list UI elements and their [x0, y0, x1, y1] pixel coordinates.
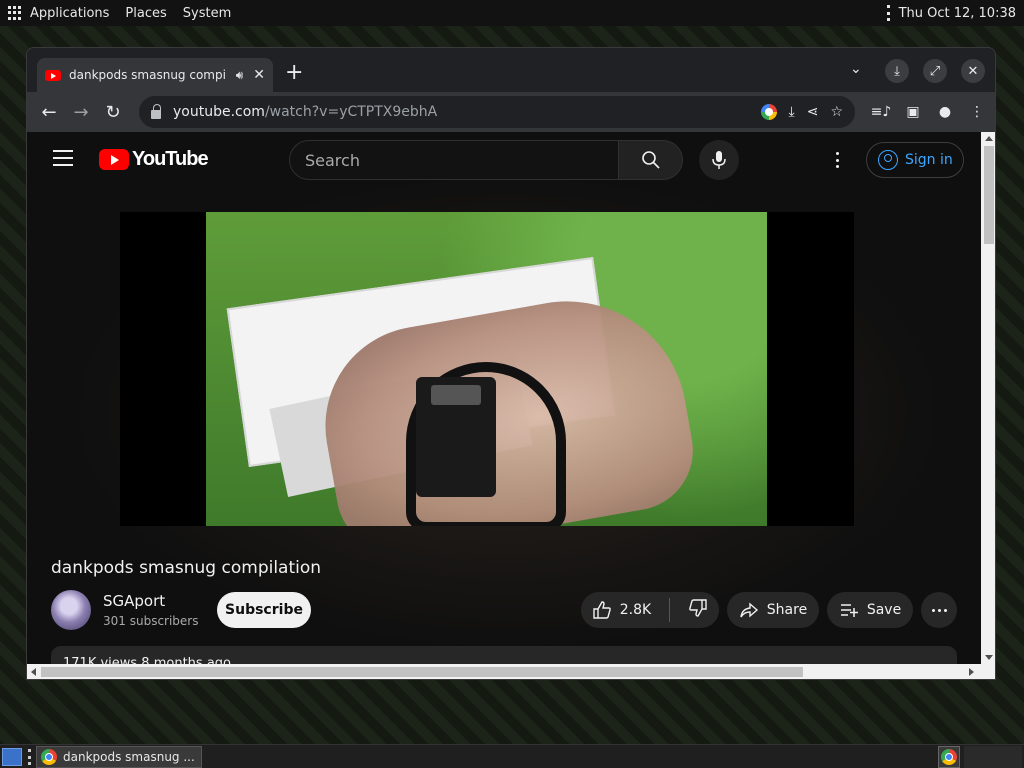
minimize-download-button[interactable]: ⤓: [885, 59, 909, 83]
channel-name[interactable]: SGAport: [103, 592, 165, 610]
back-button[interactable]: ←: [33, 96, 65, 128]
scroll-right-arrow-icon[interactable]: [969, 668, 974, 676]
google-lens-icon[interactable]: [760, 104, 777, 120]
sign-in-button[interactable]: Sign in: [866, 142, 964, 178]
search-icon: [641, 151, 660, 169]
dot: [931, 608, 935, 612]
tab-search-chevron-icon[interactable]: ⌄: [850, 61, 862, 77]
share-label: Share: [766, 602, 808, 618]
youtube-favicon-icon: [45, 69, 61, 81]
description-box[interactable]: 171K views 8 months ago: [51, 646, 957, 664]
scroll-left-arrow-icon[interactable]: [31, 668, 36, 676]
bottom-taskbar: dankpods smasnug ...: [0, 744, 1024, 768]
dot: [943, 608, 947, 612]
maximize-button[interactable]: ⤢: [923, 59, 947, 83]
like-button[interactable]: 2.8K: [592, 600, 651, 620]
tab-title: dankpods smasnug compi: [69, 68, 226, 82]
panel-handle-icon: [886, 5, 891, 21]
microphone-icon: [712, 151, 726, 169]
scroll-up-arrow-icon[interactable]: [985, 136, 993, 141]
dot: [937, 608, 941, 612]
horizontal-scrollbar[interactable]: [27, 664, 995, 679]
scroll-down-arrow-icon[interactable]: [985, 655, 993, 660]
video-frame: [206, 212, 767, 526]
media-controls-icon[interactable]: ≡♪: [869, 96, 893, 128]
video-player[interactable]: [120, 212, 854, 526]
profile-icon[interactable]: ●: [933, 96, 957, 128]
lock-icon[interactable]: [151, 103, 161, 119]
bookmark-star-icon[interactable]: ☆: [830, 104, 843, 120]
thumbs-up-icon: [593, 601, 611, 619]
applications-label: Applications: [30, 5, 110, 21]
views-and-date: 171K views 8 months ago: [63, 656, 231, 664]
thumbs-down-icon: [689, 599, 707, 617]
forward-button[interactable]: →: [65, 96, 97, 128]
like-dislike-group: 2.8K: [581, 592, 719, 628]
chrome-icon: [941, 749, 957, 765]
side-panel-icon[interactable]: ▣: [901, 96, 925, 128]
app-grid-icon: [8, 6, 22, 20]
youtube-wordmark: YouTube: [132, 148, 209, 170]
video-title: dankpods smasnug compilation: [51, 558, 322, 578]
address-bar[interactable]: youtube.com/watch?v=yCTPTX9ebhA ⤓ ⋖ ☆: [139, 96, 855, 128]
system-menu[interactable]: System: [175, 0, 239, 26]
taskbar-grip-icon: [28, 749, 32, 765]
workspace-switcher[interactable]: [964, 746, 1022, 768]
chrome-icon: [41, 749, 57, 765]
share-icon[interactable]: ⋖: [807, 104, 819, 120]
url-path: /watch?v=yCTPTX9ebhA: [264, 104, 438, 120]
system-top-bar: Applications Places System Thu Oct 12, 1…: [0, 0, 1024, 26]
install-icon[interactable]: ⤓: [789, 104, 795, 120]
vertical-scroll-thumb[interactable]: [984, 146, 994, 244]
like-divider: [669, 598, 671, 622]
hamburger-menu-icon[interactable]: [53, 150, 73, 166]
speaker-icon[interactable]: 🔊︎: [236, 68, 244, 83]
sign-in-label: Sign in: [905, 152, 953, 168]
more-vert-icon[interactable]: ⋮: [965, 96, 989, 128]
more-actions-button[interactable]: [921, 592, 957, 628]
vertical-scrollbar[interactable]: [981, 132, 995, 664]
youtube-page: YouTube Search Sign in dankpods smasnug …: [27, 132, 981, 664]
youtube-logo[interactable]: YouTube: [99, 148, 209, 171]
url-host: youtube.com: [173, 104, 265, 120]
dislike-button[interactable]: [688, 598, 708, 622]
share-button[interactable]: Share: [727, 592, 819, 628]
places-menu[interactable]: Places: [117, 0, 174, 26]
channel-row: SGAport 301 subscribers Subscribe 2.8K S…: [51, 590, 981, 632]
youtube-play-icon: [99, 149, 129, 170]
search-input[interactable]: Search: [289, 140, 619, 180]
channel-avatar[interactable]: [51, 590, 91, 630]
save-button[interactable]: Save: [827, 592, 913, 628]
subscribe-button[interactable]: Subscribe: [217, 592, 311, 628]
video-scene-plug: [416, 377, 496, 497]
horizontal-scroll-thumb[interactable]: [41, 667, 803, 677]
account-circle-icon: [878, 150, 898, 170]
youtube-header: YouTube Search Sign in: [27, 132, 981, 188]
system-label: System: [182, 5, 232, 21]
tab-strip: dankpods smasnug compi 🔊︎ ✕ + ⌄ ⤓ ⤢ ✕: [27, 48, 995, 92]
clock[interactable]: Thu Oct 12, 10:38: [899, 6, 1016, 21]
voice-search-button[interactable]: [699, 140, 739, 180]
browser-window: dankpods smasnug compi 🔊︎ ✕ + ⌄ ⤓ ⤢ ✕ ← …: [26, 47, 996, 680]
close-window-button[interactable]: ✕: [961, 59, 985, 83]
new-tab-button[interactable]: +: [285, 62, 303, 84]
close-tab-icon[interactable]: ✕: [253, 67, 265, 83]
settings-more-icon[interactable]: [827, 150, 847, 170]
browser-toolbar: ← → ↻ youtube.com/watch?v=yCTPTX9ebhA ⤓ …: [27, 92, 995, 132]
like-count: 2.8K: [619, 602, 652, 618]
save-label: Save: [866, 602, 902, 618]
reload-button[interactable]: ↻: [97, 96, 129, 128]
tray-chrome-icon[interactable]: [938, 746, 960, 768]
taskbar-window-button[interactable]: dankpods smasnug ...: [36, 746, 202, 768]
taskbar-window-title: dankpods smasnug ...: [63, 750, 195, 764]
subscriber-count: 301 subscribers: [103, 614, 199, 628]
share-arrow-icon: [740, 602, 758, 618]
tab-youtube[interactable]: dankpods smasnug compi 🔊︎ ✕: [37, 58, 273, 92]
applications-menu[interactable]: Applications: [0, 0, 117, 26]
search-button[interactable]: [619, 140, 683, 180]
places-label: Places: [125, 5, 167, 21]
playlist-add-icon: [840, 604, 858, 617]
show-desktop-icon[interactable]: [2, 748, 22, 766]
